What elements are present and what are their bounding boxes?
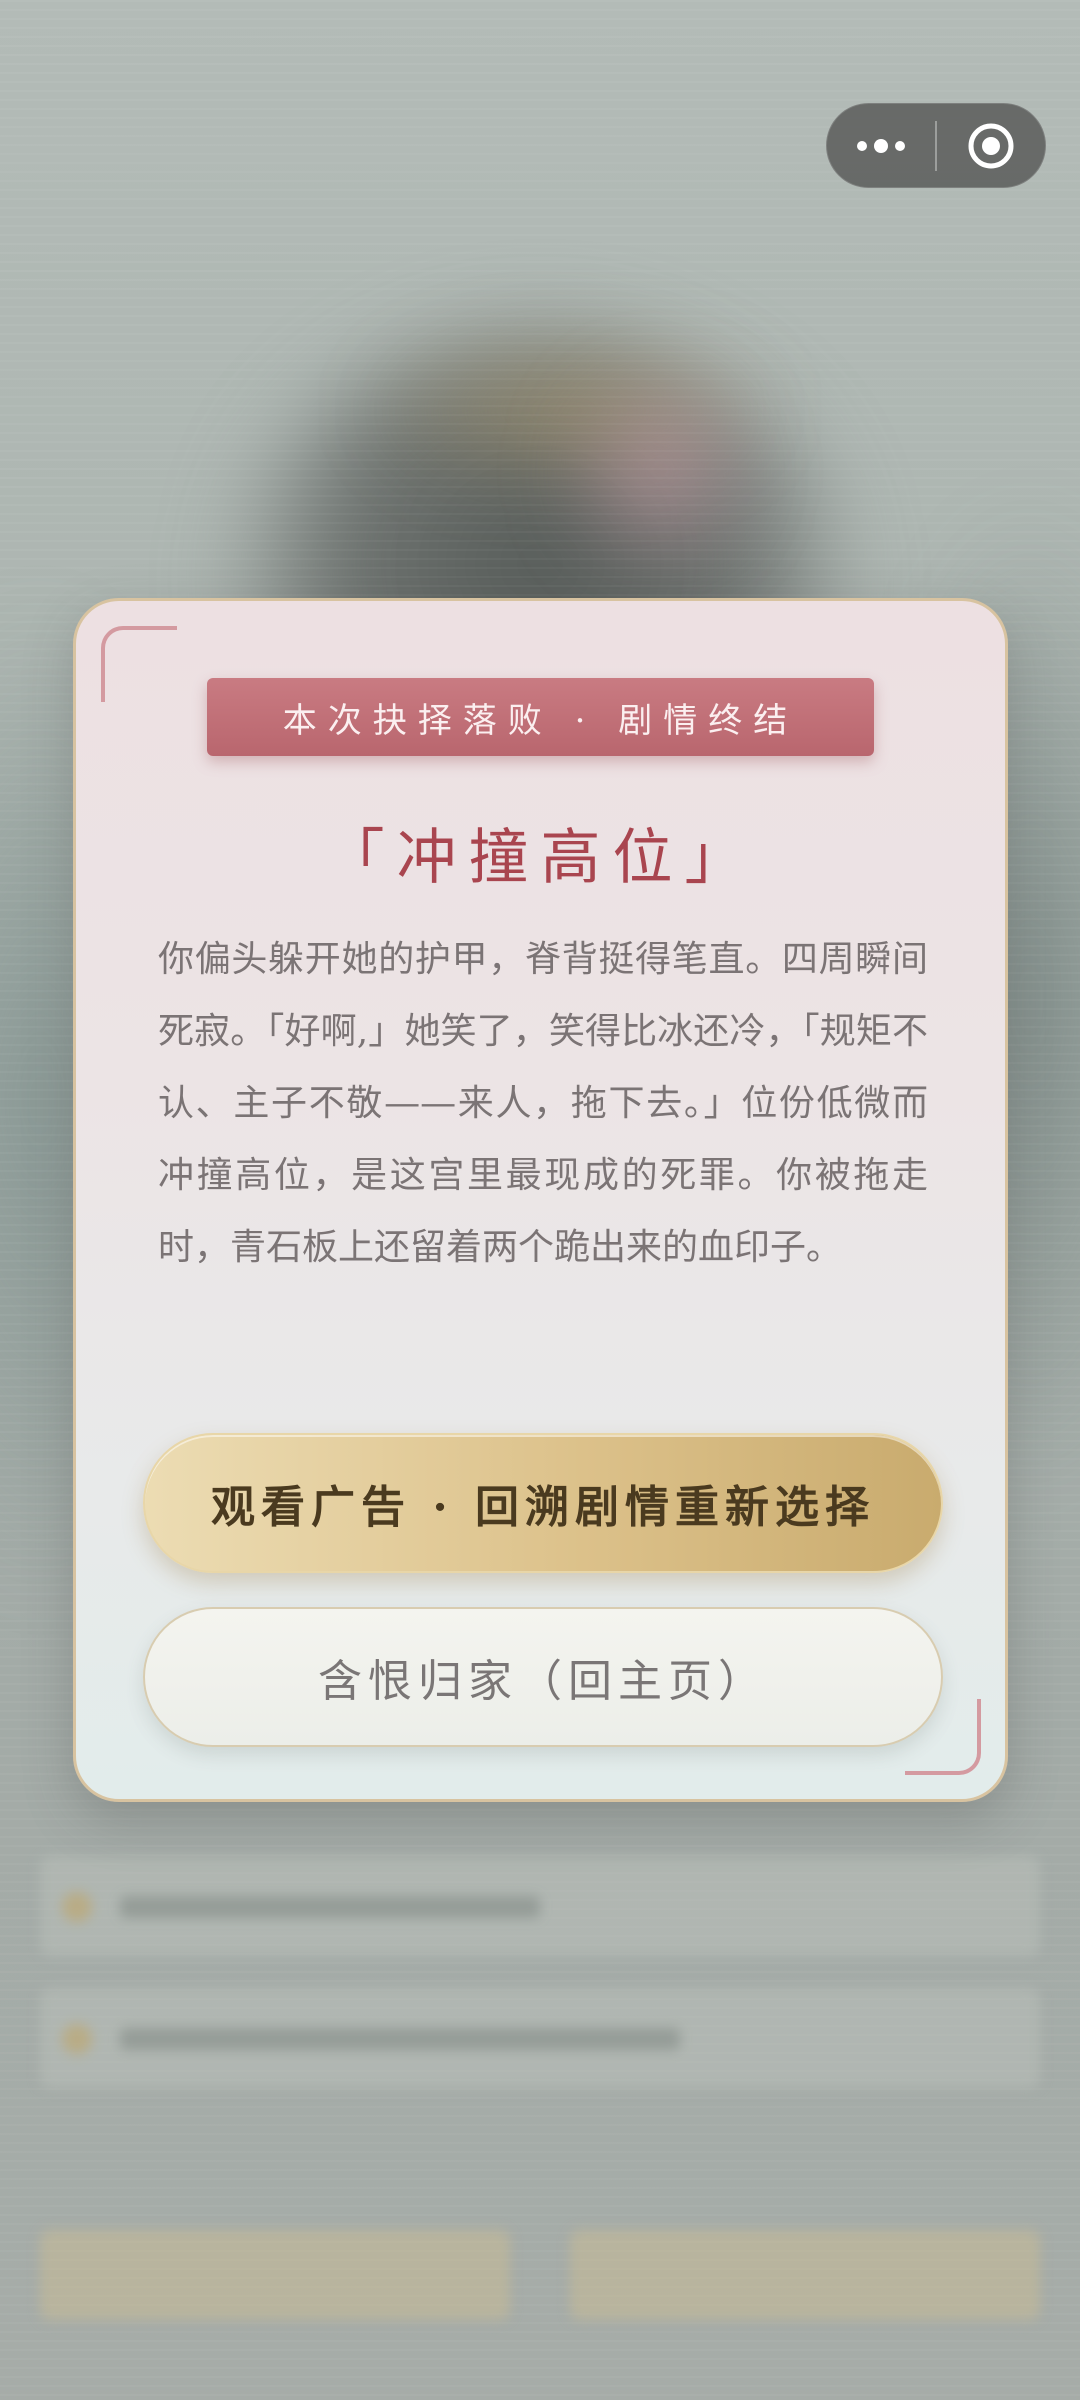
background-choice-row [40, 1856, 1040, 1956]
corner-decoration-top-left [101, 626, 177, 702]
more-dots-icon [857, 138, 905, 153]
failure-banner: 本次抉择落败 · 剧情终结 [207, 678, 874, 756]
return-home-button[interactable]: 含恨归家（回主页） [143, 1607, 943, 1747]
background-choice-row [40, 1988, 1040, 2088]
miniprogram-capsule [826, 103, 1046, 188]
background-action-button [570, 2230, 1040, 2320]
ending-modal: 本次抉择落败 · 剧情终结 「冲撞高位」 你偏头躲开她的护甲，脊背挺得笔直。四周… [73, 598, 1008, 1802]
more-button[interactable] [827, 103, 935, 188]
target-circle-icon [968, 123, 1014, 168]
close-miniprogram-button[interactable] [937, 103, 1045, 188]
ending-title: 「冲撞高位」 [324, 823, 757, 893]
background-action-button [40, 2230, 510, 2320]
watch-ad-rewind-button[interactable]: 观看广告 · 回溯剧情重新选择 [143, 1433, 943, 1573]
ending-story-text: 你偏头躲开她的护甲，脊背挺得笔直。四周瞬间死寂。「好啊,」她笑了，笑得比冰还冷，… [158, 939, 928, 1268]
